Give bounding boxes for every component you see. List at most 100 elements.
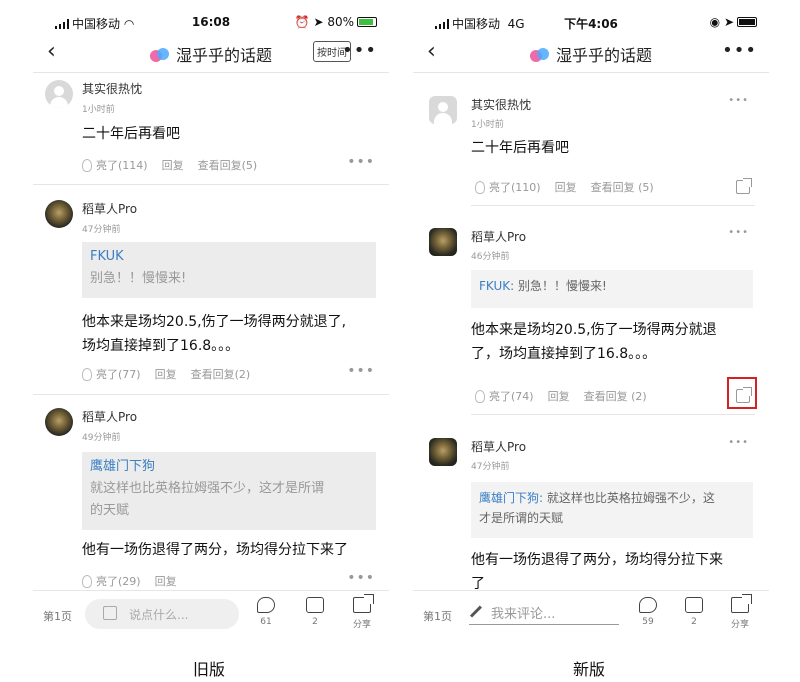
comment-time: 46分钟前 xyxy=(471,252,510,262)
edit-icon xyxy=(103,606,117,620)
page-indicator[interactable]: 第1页 xyxy=(423,608,452,624)
lightbulb-icon xyxy=(82,368,92,381)
location-icon: ➤ xyxy=(313,15,324,29)
divider xyxy=(471,205,755,206)
comment-content: 二十年后再看吧 xyxy=(471,140,569,156)
avatar[interactable] xyxy=(429,438,457,466)
comment-more-icon[interactable]: ••• xyxy=(728,437,749,448)
comment-actions: 亮了(110) 回复 查看回复 (5) xyxy=(475,179,668,195)
bottom-bar: 第1页 我来评论... 59 2 分享 xyxy=(413,590,769,638)
like-topic-button[interactable]: 2 xyxy=(679,597,709,627)
more-icon[interactable]: ••• xyxy=(342,40,377,61)
divider xyxy=(33,394,389,395)
quote-text: 就这样也比英格拉姆强不少，这才是所谓 xyxy=(90,481,325,496)
view-replies-link[interactable]: 查看回复 (2) xyxy=(584,390,647,403)
old-version-screen: 中国移动 ◠ 16:08 ⏰ ➤ 80% ‹ 湿乎乎的话题 按时间 ••• 其实… xyxy=(33,0,389,638)
thumbs-up-icon xyxy=(685,597,703,613)
view-replies-link[interactable]: 查看回复(2) xyxy=(191,368,251,381)
like-topic-button[interactable]: 2 xyxy=(300,597,330,627)
quoted-comment[interactable]: FKUK: 别急！！慢慢来! xyxy=(471,270,753,308)
comment-time: 47分钟前 xyxy=(82,225,121,235)
topic-icon xyxy=(529,48,550,64)
quote-text: 就这样也比英格拉姆强不少，这 xyxy=(543,491,715,505)
lightbulb-icon xyxy=(475,181,485,194)
quote-author: 鹰雄门下狗 xyxy=(90,459,156,474)
more-icon[interactable]: ••• xyxy=(722,40,757,61)
divider xyxy=(33,184,389,185)
nav-bar: ‹ 湿乎乎的话题 ••• xyxy=(413,36,769,68)
comment-icon xyxy=(639,597,657,613)
avatar[interactable] xyxy=(45,200,73,228)
lightbulb-icon xyxy=(82,159,92,172)
avatar[interactable] xyxy=(429,228,457,256)
divider xyxy=(471,414,755,415)
share-button[interactable]: 分享 xyxy=(347,594,377,630)
like-button[interactable]: 亮了(74) xyxy=(475,390,534,403)
comment-more-icon[interactable]: ••• xyxy=(728,227,749,238)
comment-input[interactable]: 说点什么... xyxy=(85,599,239,629)
new-version-screen: 中国移动 4G 下午4:06 ◉ ➤ ‹ 湿乎乎的话题 ••• 其实很热忱 1小… xyxy=(413,0,769,638)
comments-button[interactable]: 59 xyxy=(633,597,663,627)
comment-time: 49分钟前 xyxy=(82,433,121,443)
reply-button[interactable]: 回复 xyxy=(155,575,177,588)
status-right: ⏰ ➤ 80% xyxy=(295,15,377,29)
status-bar: 中国移动 4G 下午4:06 ◉ ➤ xyxy=(421,12,761,32)
highlight-box xyxy=(727,377,757,409)
comment-input[interactable]: 我来评论... xyxy=(469,601,619,625)
comment-content: 二十年后再看吧 xyxy=(82,126,180,142)
comment-author[interactable]: 稻草人Pro xyxy=(82,408,137,425)
quote-author: FKUK: xyxy=(479,279,515,293)
reply-button[interactable]: 回复 xyxy=(548,390,570,403)
comment-author[interactable]: 其实很热忱 xyxy=(471,96,531,113)
comment-content: 他有一场伤退得了两分，场均得分拉下来了 xyxy=(471,552,723,592)
comments-button[interactable]: 61 xyxy=(251,597,281,627)
reply-button[interactable]: 回复 xyxy=(162,159,184,172)
avatar[interactable] xyxy=(429,96,457,124)
comment-icon xyxy=(257,597,275,613)
comment-actions: 亮了(77) 回复 查看回复(2) xyxy=(82,366,264,382)
like-button[interactable]: 亮了(77) xyxy=(82,368,141,381)
caption-new: 新版 xyxy=(573,660,606,679)
share-comment-icon[interactable] xyxy=(736,178,752,194)
quote-text: 别急！！慢慢来! xyxy=(90,271,187,286)
comment-time: 1小时前 xyxy=(471,120,504,130)
share-button[interactable]: 分享 xyxy=(725,594,755,630)
quoted-comment[interactable]: 鹰雄门下狗: 就这样也比英格拉姆强不少，这 才是所谓的天赋 xyxy=(471,482,753,538)
battery-icon xyxy=(357,17,377,27)
comment-content: 他有一场伤退得了两分，场均得分拉下来了 xyxy=(82,542,348,558)
view-replies-link[interactable]: 查看回复(5) xyxy=(198,159,258,172)
reply-button[interactable]: 回复 xyxy=(155,368,177,381)
pen-icon xyxy=(469,605,482,618)
comment-actions: 亮了(74) 回复 查看回复 (2) xyxy=(475,388,661,404)
comment-content: 他本来是场均20.5,伤了一场得两分就退 了，场均直接掉到了16.8。。。 xyxy=(471,322,717,362)
page-indicator[interactable]: 第1页 xyxy=(43,608,72,624)
comment-more-icon[interactable]: ••• xyxy=(347,570,375,586)
status-right: ◉ ➤ xyxy=(710,15,757,29)
reply-button[interactable]: 回复 xyxy=(555,181,577,194)
like-button[interactable]: 亮了(110) xyxy=(475,181,541,194)
quoted-comment[interactable]: 鹰雄门下狗 就这样也比英格拉姆强不少，这才是所谓 的天赋 xyxy=(82,452,376,530)
divider xyxy=(413,72,769,73)
status-bar: 中国移动 ◠ 16:08 ⏰ ➤ 80% xyxy=(41,12,381,32)
battery-icon xyxy=(737,17,757,27)
view-replies-link[interactable]: 查看回复 (5) xyxy=(591,181,654,194)
like-button[interactable]: 亮了(114) xyxy=(82,159,148,172)
quote-text: 别急！！慢慢来! xyxy=(514,279,607,293)
comment-author[interactable]: 其实很热忱 xyxy=(82,80,142,97)
comment-more-icon[interactable]: ••• xyxy=(347,363,375,379)
avatar[interactable] xyxy=(45,408,73,436)
comment-author[interactable]: 稻草人Pro xyxy=(82,200,137,217)
quoted-comment[interactable]: FKUK 别急！！慢慢来! xyxy=(82,242,376,298)
thumbs-up-icon xyxy=(306,597,324,613)
comment-more-icon[interactable]: ••• xyxy=(728,95,749,106)
share-icon xyxy=(353,594,374,613)
comment-more-icon[interactable]: ••• xyxy=(347,154,375,170)
comment-author[interactable]: 稻草人Pro xyxy=(471,438,526,455)
lightbulb-icon xyxy=(475,390,485,403)
avatar[interactable] xyxy=(45,80,73,108)
topic-icon xyxy=(149,48,170,64)
comment-author[interactable]: 稻草人Pro xyxy=(471,228,526,245)
lightbulb-icon xyxy=(82,575,92,588)
share-icon xyxy=(731,594,752,613)
like-button[interactable]: 亮了(29) xyxy=(82,575,141,588)
